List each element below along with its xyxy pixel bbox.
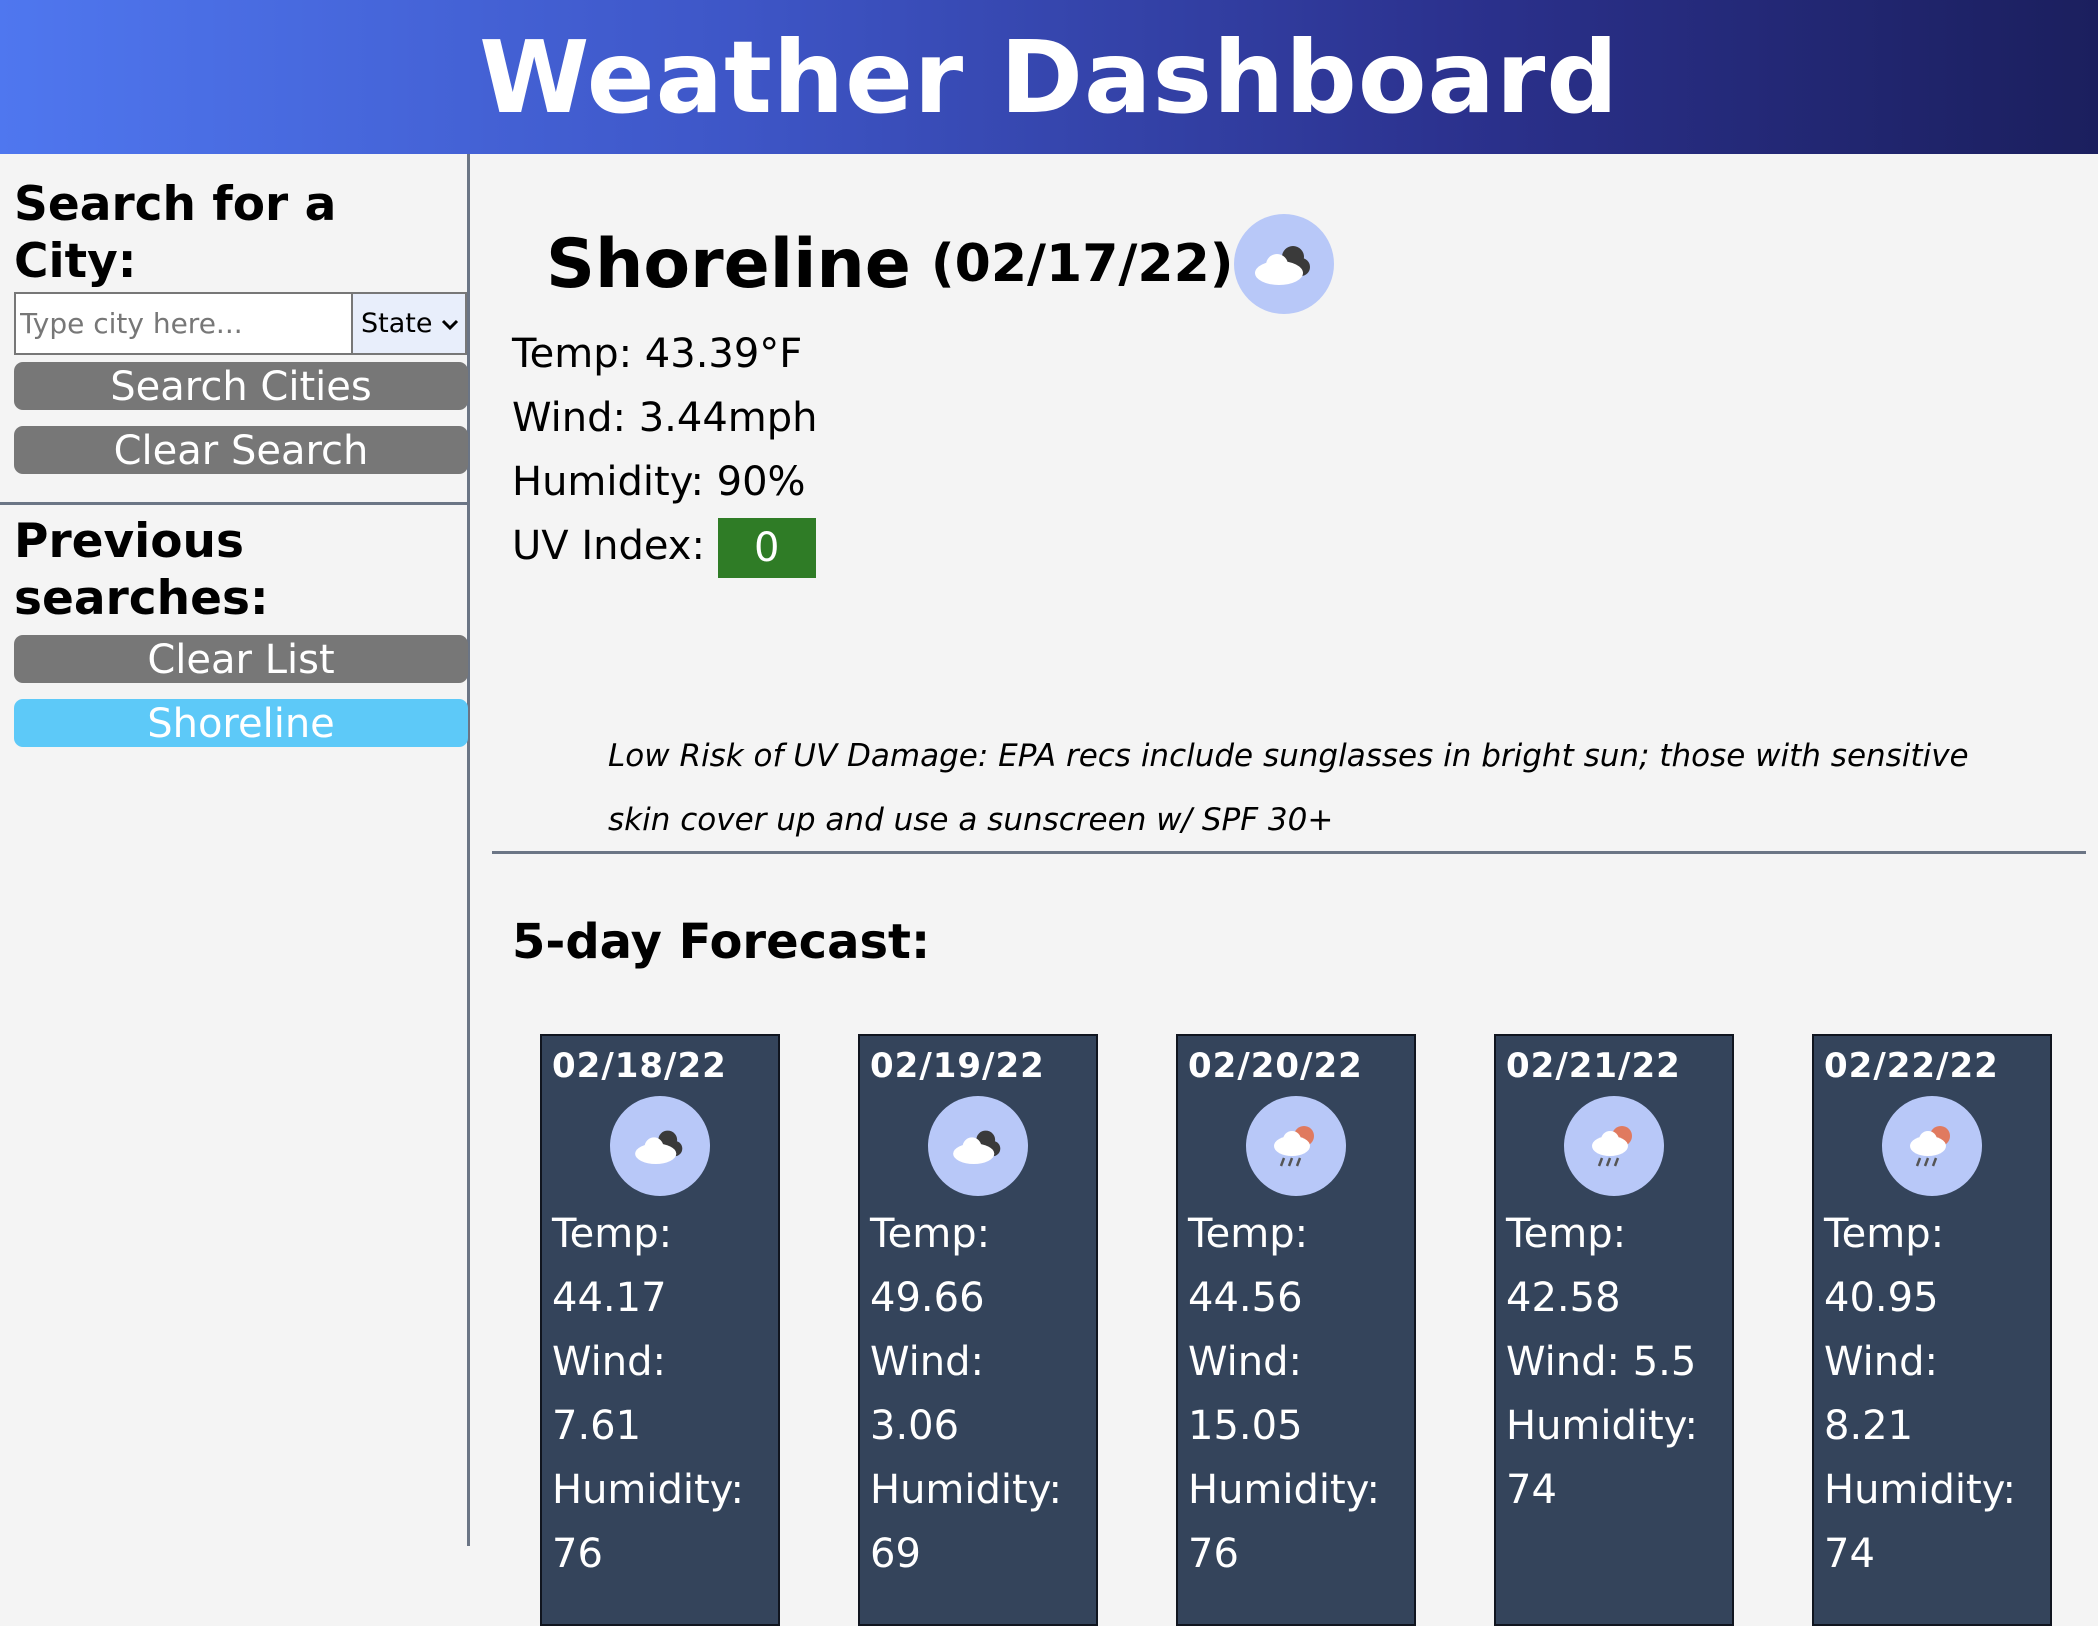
forecast-line: Humidity: [1188, 1467, 1380, 1513]
current-temp: Temp: 43.39°F [512, 331, 803, 377]
city-name: Shoreline [546, 224, 911, 304]
forecast-line: 3.06 [870, 1403, 960, 1449]
main-divider [492, 851, 2086, 854]
forecast-card: 02/20/22 Temp: 44.56 Wind: 15.05 Humidity: 76 [1176, 1034, 1416, 1626]
forecast-line: Humidity: [870, 1467, 1062, 1513]
cloudy-night-icon [1233, 214, 1334, 314]
forecast-line: Humidity: [1824, 1467, 2016, 1513]
search-heading: Search for a City: [14, 177, 337, 289]
rain-sun-icon [1882, 1096, 1982, 1196]
forecast-line: 42.58 [1506, 1275, 1621, 1321]
state-select-value: State [361, 308, 433, 339]
forecast-line: 15.05 [1188, 1403, 1303, 1449]
chevron-down-icon [441, 308, 459, 339]
clear-list-button[interactable]: Clear List [14, 635, 468, 683]
forecast-line: 74 [1824, 1531, 1875, 1577]
sidebar-divider [0, 502, 470, 505]
rain-sun-icon [1564, 1096, 1664, 1196]
forecast-line: Wind: [1824, 1339, 1939, 1385]
clear-search-button[interactable]: Clear Search [14, 426, 468, 474]
cloudy-night-icon [928, 1096, 1028, 1196]
forecast-card: 02/21/22 Temp: 42.58 Wind: 5.5 Humidity: 74 [1494, 1034, 1734, 1626]
forecast-line: Temp: [1824, 1211, 1945, 1257]
forecast-line: Wind: [870, 1339, 985, 1385]
forecast-line: 44.17 [552, 1275, 667, 1321]
forecast-line: 74 [1506, 1467, 1557, 1513]
forecast-line: 44.56 [1188, 1275, 1303, 1321]
sidebar: Search for a City: State Search Cities C… [0, 154, 470, 1546]
search-history-list: Shoreline [14, 699, 468, 747]
app-title: Weather Dashboard [479, 18, 1619, 136]
forecast-line: Temp: [552, 1211, 673, 1257]
forecast-card: 02/22/22 Temp: 40.95 Wind: 8.21 Humidity: 74 [1812, 1034, 2052, 1626]
main-panel: Shoreline (02/17/22) Temp: 43.39°F Wind:… [470, 154, 2098, 1626]
uv-index-label: UV Index: [512, 523, 705, 569]
forecast-date: 02/18/22 [552, 1046, 727, 1086]
current-humidity: Humidity: 90% [512, 459, 806, 505]
forecast-date: 02/21/22 [1506, 1046, 1681, 1086]
forecast-line: 69 [870, 1531, 921, 1577]
forecast-heading: 5-day Forecast: [512, 914, 931, 970]
current-weather-heading: Shoreline (02/17/22) [546, 214, 1334, 314]
forecast-date: 02/19/22 [870, 1046, 1045, 1086]
forecast-line: 76 [1188, 1531, 1239, 1577]
rain-sun-icon [1246, 1096, 1346, 1196]
forecast-line: 49.66 [870, 1275, 985, 1321]
previous-searches-heading: Previous searches: [14, 514, 269, 626]
forecast-line: Temp: [1506, 1211, 1627, 1257]
forecast-line: Temp: [1188, 1211, 1309, 1257]
forecast-date: 02/22/22 [1824, 1046, 1999, 1086]
forecast-card: 02/19/22 Temp: 49.66 Wind: 3.06 Humidity: 69 [858, 1034, 1098, 1626]
uv-index-badge: 0 [717, 518, 816, 578]
forecast-date: 02/20/22 [1188, 1046, 1363, 1086]
forecast-line: Wind: [552, 1339, 667, 1385]
forecast-line: 7.61 [552, 1403, 642, 1449]
history-item[interactable]: Shoreline [14, 699, 468, 747]
city-search-input[interactable] [14, 292, 351, 355]
current-date: (02/17/22) [930, 234, 1234, 294]
forecast-line: 40.95 [1824, 1275, 1939, 1321]
page-header: Weather Dashboard [0, 0, 2098, 154]
forecast-line: Wind: [1188, 1339, 1303, 1385]
current-conditions: Temp: 43.39°F Wind: 3.44mph Humidity: 90… [512, 322, 818, 578]
forecast-line: Humidity: [552, 1467, 744, 1513]
uv-risk-note: Low Risk of UV Damage: EPA recs include … [608, 738, 1969, 838]
cloudy-night-icon [610, 1096, 710, 1196]
search-cities-button[interactable]: Search Cities [14, 362, 468, 410]
forecast-line: Temp: [870, 1211, 991, 1257]
forecast-line: 8.21 [1824, 1403, 1914, 1449]
uv-index-row: UV Index: 0 [512, 514, 818, 578]
forecast-line: 76 [552, 1531, 603, 1577]
forecast-card: 02/18/22 Temp: 44.17 Wind: 7.61 Humidity: 76 [540, 1034, 780, 1626]
forecast-line: Wind: 5.5 [1506, 1339, 1697, 1385]
forecast-line: Humidity: [1506, 1403, 1698, 1449]
current-wind: Wind: 3.44mph [512, 395, 818, 441]
state-select[interactable]: State [351, 292, 467, 355]
